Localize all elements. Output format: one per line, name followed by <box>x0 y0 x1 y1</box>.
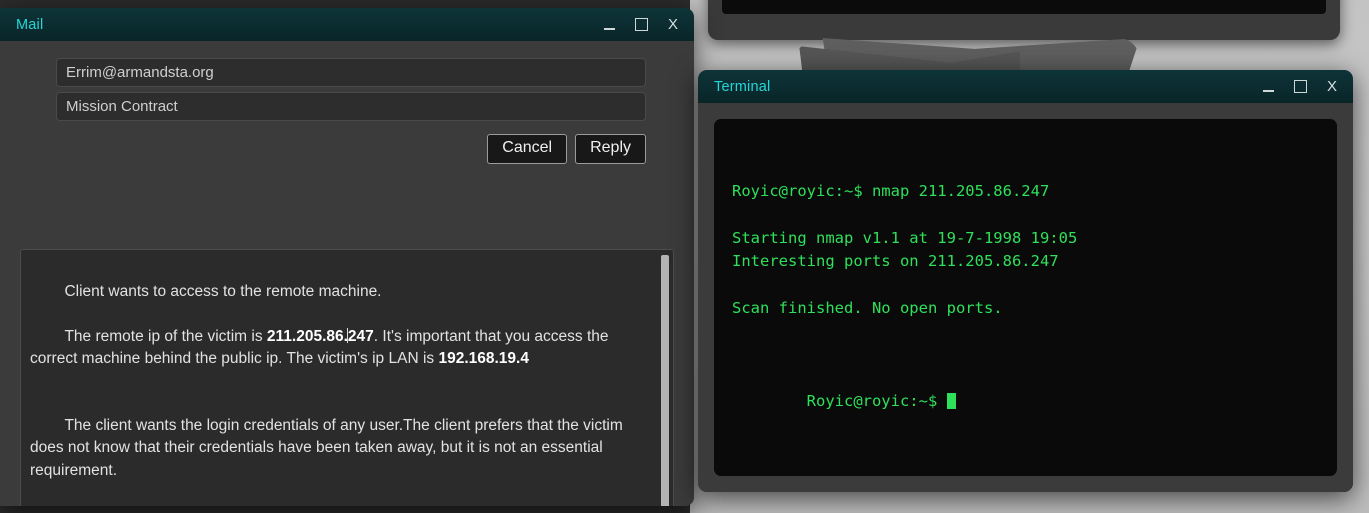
terminal-close-button[interactable]: X <box>1317 74 1347 100</box>
mail-window-body: Cancel Reply Client wants to access to t… <box>0 58 694 506</box>
mail-minimize-button[interactable] <box>594 12 624 38</box>
terminal-cursor <box>946 393 956 410</box>
terminal-window-title: Terminal <box>714 78 771 95</box>
remote-ip-b: 247 <box>347 327 374 345</box>
reply-button[interactable]: Reply <box>575 134 646 164</box>
message-body-textarea[interactable]: Client wants to access to the remote mac… <box>20 249 674 506</box>
mail-window-controls: X <box>594 12 688 38</box>
message-body-text: Client wants to access to the remote mac… <box>21 250 673 506</box>
mail-titlebar[interactable]: Mail X <box>0 8 694 41</box>
cancel-button[interactable]: Cancel <box>487 134 568 164</box>
mail-window-title: Mail <box>16 16 44 33</box>
mail-window[interactable]: Mail X Cancel Reply Client wants to acce… <box>0 8 694 506</box>
mail-fields <box>0 58 694 121</box>
terminal-window-body: Royic@royic:~$ nmap 211.205.86.247 Starti… <box>698 103 1353 492</box>
terminal-titlebar[interactable]: Terminal X <box>698 70 1353 103</box>
message-scrollbar[interactable] <box>661 255 669 506</box>
terminal-output: Royic@royic:~$ nmap 211.205.86.247 Starti… <box>732 180 1319 320</box>
minimize-icon <box>603 28 615 30</box>
terminal-window[interactable]: Terminal X Royic@royic:~$ nmap 211.205.8… <box>698 70 1353 492</box>
terminal-line: Scan finished. No open ports. <box>732 298 1003 317</box>
remote-ip-a: 211.205.86. <box>266 327 348 345</box>
lan-ip: 192.168.19.4 <box>438 350 529 368</box>
minimize-icon <box>1262 90 1274 92</box>
terminal-line: Interesting ports on 211.205.86.247 <box>732 252 1059 271</box>
recipient-input[interactable] <box>56 58 646 87</box>
terminal-maximize-button[interactable] <box>1285 74 1315 100</box>
terminal-minimize-button[interactable] <box>1253 74 1283 100</box>
maximize-icon <box>1293 80 1307 93</box>
maximize-icon <box>634 18 648 31</box>
body-line-1: Client wants to access to the remote mac… <box>64 283 382 301</box>
terminal-line: Royic@royic:~$ nmap 211.205.86.247 <box>732 181 1050 200</box>
mail-action-bar: Cancel Reply <box>0 121 694 164</box>
body-paragraph-2: The client wants the login credentials o… <box>30 417 628 479</box>
background-monitor-bezel <box>708 0 1340 40</box>
mail-close-button[interactable]: X <box>658 12 688 38</box>
message-scrollbar-thumb[interactable] <box>661 255 669 506</box>
body-line-2-pre: The remote ip of the victim is <box>64 327 267 345</box>
terminal-prompt-line: Royic@royic:~$ <box>732 367 1319 437</box>
terminal-console[interactable]: Royic@royic:~$ nmap 211.205.86.247 Starti… <box>714 119 1337 476</box>
mail-maximize-button[interactable] <box>626 12 656 38</box>
background-monitor-screen <box>722 0 1326 14</box>
terminal-line: Starting nmap v1.1 at 19-7-1998 19:05 <box>732 228 1078 247</box>
terminal-prompt: Royic@royic:~$ <box>806 392 947 411</box>
terminal-window-controls: X <box>1253 74 1347 100</box>
subject-input[interactable] <box>56 92 646 121</box>
